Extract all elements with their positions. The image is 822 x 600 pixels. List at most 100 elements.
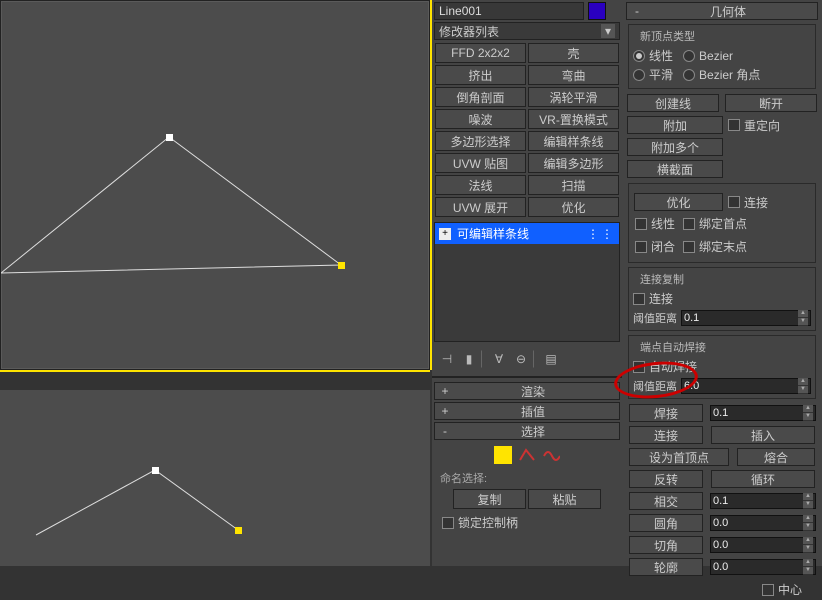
fuse-button[interactable]: 熔合: [737, 448, 815, 466]
mod-btn[interactable]: 优化: [528, 197, 619, 217]
lock-handle-label: 锁定控制柄: [458, 514, 518, 531]
mod-btn[interactable]: 弯曲: [528, 65, 619, 85]
rollout-title: 几何体: [643, 3, 813, 20]
configure-sets-icon[interactable]: ▤: [542, 350, 560, 368]
spinner-value: 0.1: [684, 312, 699, 324]
pin-stack-icon[interactable]: ⊣: [438, 350, 456, 368]
command-panel-right: - 几何体 新顶点类型 线性 Bezier 平滑 Bezier 角点 创建线 断…: [622, 0, 822, 566]
chamfer-spinner[interactable]: 0.0▲▼: [710, 537, 816, 553]
connect-button[interactable]: 连接: [629, 426, 703, 444]
rollout-title: 选择: [451, 423, 615, 440]
radio-label: 平滑: [649, 66, 673, 83]
break-button[interactable]: 断开: [725, 94, 817, 112]
radio-bezier-corner[interactable]: [683, 69, 695, 81]
vertex-selected[interactable]: [338, 262, 345, 269]
linear-checkbox[interactable]: [635, 218, 647, 230]
mod-btn[interactable]: 编辑多边形: [528, 153, 619, 173]
spinner-value: 6.0: [684, 380, 699, 392]
cross-section-button[interactable]: 横截面: [627, 160, 723, 178]
fillet-button[interactable]: 圆角: [629, 514, 703, 532]
spline-shape-2: [0, 390, 430, 566]
optimize-button[interactable]: 优化: [634, 193, 723, 211]
outline-button[interactable]: 轮廓: [629, 558, 703, 576]
rollout-title: 插值: [451, 403, 615, 420]
object-name-field[interactable]: [434, 2, 584, 20]
threshold-label: 阈值距离: [633, 310, 677, 326]
group-auto-weld: 端点自动焊接 自动焊接 阈值距离 6.0 ▲▼: [628, 335, 816, 399]
mod-btn[interactable]: 噪波: [435, 109, 526, 129]
threshold-spinner[interactable]: 0.1 ▲▼: [681, 310, 811, 326]
mod-btn[interactable]: FFD 2x2x2: [435, 43, 526, 63]
lock-handle-checkbox[interactable]: [442, 517, 454, 529]
checkbox-label: 线性: [651, 215, 675, 232]
cross-spinner[interactable]: 0.1▲▼: [710, 493, 816, 509]
group-title: 端点自动焊接: [637, 339, 709, 355]
modifier-stack[interactable]: + 可编辑样条线 ⋮⋮: [434, 222, 620, 342]
named-sel-copy-button[interactable]: 复制: [453, 489, 526, 509]
bind-last-checkbox[interactable]: [683, 241, 695, 253]
connect-copy-checkbox[interactable]: [633, 293, 645, 305]
bind-first-checkbox[interactable]: [683, 218, 695, 230]
vertex[interactable]: [152, 467, 159, 474]
named-sel-paste-button[interactable]: 粘贴: [528, 489, 601, 509]
mod-btn[interactable]: 涡轮平滑: [528, 87, 619, 107]
vertex[interactable]: [166, 134, 173, 141]
expand-icon: +: [439, 384, 451, 398]
mod-btn[interactable]: VR-置换模式: [528, 109, 619, 129]
object-color-swatch[interactable]: [588, 2, 606, 20]
radio-linear[interactable]: [633, 50, 645, 62]
radio-label: Bezier 角点: [699, 66, 760, 83]
mod-btn[interactable]: UVW 贴图: [435, 153, 526, 173]
mod-btn[interactable]: 挤出: [435, 65, 526, 85]
set-first-vertex-button[interactable]: 设为首顶点: [629, 448, 729, 466]
mod-btn[interactable]: 编辑样条线: [528, 131, 619, 151]
cross-intersect-button[interactable]: 相交: [629, 492, 703, 510]
threshold-spinner[interactable]: 6.0 ▲▼: [681, 378, 811, 394]
chamfer-button[interactable]: 切角: [629, 536, 703, 554]
checkbox-label: 连接: [649, 290, 673, 307]
collapse-icon: -: [439, 424, 451, 438]
outline-spinner[interactable]: 0.0▲▼: [710, 559, 816, 575]
reorient-checkbox[interactable]: [728, 119, 740, 131]
mod-btn[interactable]: 倒角剖面: [435, 87, 526, 107]
create-line-button[interactable]: 创建线: [627, 94, 719, 112]
connect-checkbox[interactable]: [728, 196, 740, 208]
attach-button[interactable]: 附加: [627, 116, 723, 134]
center-checkbox[interactable]: [762, 584, 774, 596]
weld-button[interactable]: 焊接: [629, 404, 703, 422]
attach-multi-button[interactable]: 附加多个: [627, 138, 723, 156]
mod-btn[interactable]: 扫描: [528, 175, 619, 195]
spline-level-icon[interactable]: [542, 446, 560, 464]
vertex-selected[interactable]: [235, 527, 242, 534]
mod-btn[interactable]: UVW 展开: [435, 197, 526, 217]
named-selection-label: 命名选择:: [432, 468, 622, 488]
stack-item-editable-spline[interactable]: + 可编辑样条线 ⋮⋮: [435, 223, 619, 244]
viewport-top[interactable]: [0, 0, 430, 370]
insert-button[interactable]: 插入: [711, 426, 815, 444]
stack-item-handle-icon[interactable]: ⋮⋮: [587, 227, 615, 241]
mod-btn[interactable]: 壳: [528, 43, 619, 63]
segment-level-icon[interactable]: [518, 446, 536, 464]
rollout-render[interactable]: + 渲染: [434, 382, 620, 400]
modifier-list-dropdown[interactable]: 修改器列表 ▾: [434, 22, 620, 40]
reverse-button[interactable]: 反转: [629, 470, 703, 488]
radio-bezier[interactable]: [683, 50, 695, 62]
rollout-select[interactable]: - 选择: [434, 422, 620, 440]
rollout-interp[interactable]: + 插值: [434, 402, 620, 420]
vertex-level-icon[interactable]: [494, 446, 512, 464]
viewport-bottom[interactable]: [0, 390, 430, 566]
weld-spinner[interactable]: 0.1▲▼: [710, 405, 816, 421]
mod-btn[interactable]: 多边形选择: [435, 131, 526, 151]
fillet-spinner[interactable]: 0.0▲▼: [710, 515, 816, 531]
remove-modifier-icon[interactable]: ⊖: [516, 350, 534, 368]
cycle-button[interactable]: 循环: [711, 470, 815, 488]
auto-weld-checkbox[interactable]: [633, 361, 645, 373]
make-unique-icon[interactable]: ∀: [490, 350, 508, 368]
rollout-geometry[interactable]: - 几何体: [626, 2, 818, 20]
mod-btn[interactable]: 法线: [435, 175, 526, 195]
expand-icon[interactable]: +: [439, 228, 451, 240]
show-end-result-icon[interactable]: ▮: [464, 350, 482, 368]
close-checkbox[interactable]: [635, 241, 647, 253]
radio-smooth[interactable]: [633, 69, 645, 81]
stack-toolbar: ⊣ ▮ ∀ ⊖ ▤: [432, 346, 622, 372]
